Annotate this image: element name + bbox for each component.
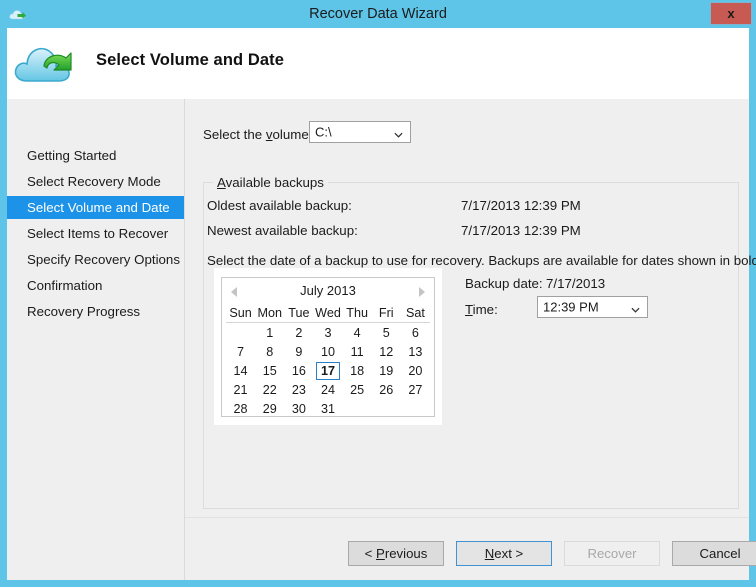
- previous-accelerator: P: [376, 546, 385, 561]
- calendar-day[interactable]: [401, 399, 430, 418]
- close-button[interactable]: x: [710, 2, 752, 25]
- calendar-day[interactable]: 15: [255, 361, 284, 380]
- time-label-accelerator: T: [465, 302, 473, 317]
- wizard-header: Select Volume and Date: [7, 28, 749, 99]
- next-accelerator: N: [484, 546, 495, 561]
- calendar-weekday: Sat: [400, 303, 430, 323]
- previous-button[interactable]: < Previous: [348, 541, 444, 566]
- triangle-right-icon[interactable]: [419, 287, 425, 297]
- window-title: Recover Data Wizard: [309, 6, 447, 22]
- calendar-day[interactable]: 28: [226, 399, 255, 418]
- page-title: Select Volume and Date: [96, 51, 285, 69]
- chevron-down-icon: [394, 128, 403, 138]
- calendar-week-row: 1 2 3 4 5 6: [226, 323, 430, 343]
- calendar-day[interactable]: 27: [401, 380, 430, 399]
- calendar-panel: July 2013 Sun Mon Tue Wed Thu Fri Sat 1 …: [214, 268, 442, 425]
- calendar-day[interactable]: [372, 399, 401, 418]
- time-label: Time:: [465, 302, 498, 317]
- sidebar-item-recovery-progress[interactable]: Recovery Progress: [7, 300, 184, 323]
- calendar-week-row: 21 22 23 24 25 26 27: [226, 380, 430, 399]
- calendar-month-title: July 2013: [300, 283, 356, 298]
- sidebar-item-select-items-to-recover[interactable]: Select Items to Recover: [7, 222, 184, 245]
- calendar-day[interactable]: 13: [401, 342, 430, 361]
- sidebar-item-select-recovery-mode[interactable]: Select Recovery Mode: [7, 170, 184, 193]
- calendar-day[interactable]: 23: [284, 380, 313, 399]
- calendar-day[interactable]: 11: [343, 342, 372, 361]
- time-select-value: 12:39 PM: [543, 299, 599, 315]
- backup-date-label: Backup date:: [465, 276, 543, 291]
- wizard-content-pane: Select the volume: C:\ Available backups…: [185, 99, 756, 516]
- calendar-day[interactable]: 16: [284, 361, 313, 380]
- calendar-weekday: Sun: [226, 303, 256, 323]
- calendar-day[interactable]: 14: [226, 361, 255, 380]
- calendar-day[interactable]: 4: [343, 323, 372, 343]
- volume-label: Select the volume:: [203, 127, 313, 142]
- calendar-day[interactable]: 31: [313, 399, 342, 418]
- calendar-day[interactable]: 7: [226, 342, 255, 361]
- available-backups-accelerator: A: [217, 175, 226, 190]
- next-button[interactable]: Next >: [456, 541, 552, 566]
- calendar-day[interactable]: 6: [401, 323, 430, 343]
- sidebar-item-getting-started[interactable]: Getting Started: [7, 144, 184, 167]
- recover-data-wizard-window: Recover Data Wizard x Select Volume and …: [0, 0, 756, 587]
- calendar-grid: Sun Mon Tue Wed Thu Fri Sat 1 2 3 4 5 6 …: [226, 303, 430, 418]
- wizard-button-bar: < Previous Next > Recover Cancel: [185, 518, 756, 580]
- month-calendar[interactable]: July 2013 Sun Mon Tue Wed Thu Fri Sat 1 …: [221, 277, 435, 417]
- wizard-steps-sidebar: Getting Started Select Recovery Mode Sel…: [7, 99, 185, 580]
- calendar-week-row: 28 29 30 31: [226, 399, 430, 418]
- oldest-backup-label: Oldest available backup:: [207, 198, 352, 213]
- cancel-button[interactable]: Cancel: [672, 541, 756, 566]
- recover-button: Recover: [564, 541, 660, 566]
- time-select[interactable]: 12:39 PM: [537, 296, 648, 318]
- chevron-down-icon: [631, 303, 640, 313]
- calendar-day[interactable]: 3: [313, 323, 342, 343]
- sidebar-item-specify-recovery-options[interactable]: Specify Recovery Options: [7, 248, 184, 271]
- calendar-day[interactable]: 9: [284, 342, 313, 361]
- dialog-client-area: Select Volume and Date Getting Started S…: [7, 28, 756, 580]
- calendar-weekday: Mon: [255, 303, 285, 323]
- calendar-day[interactable]: 26: [372, 380, 401, 399]
- volume-select-value: C:\: [315, 124, 332, 140]
- calendar-day[interactable]: 1: [255, 323, 284, 343]
- calendar-day[interactable]: 21: [226, 380, 255, 399]
- calendar-day[interactable]: 30: [284, 399, 313, 418]
- cloud-recovery-icon: [12, 35, 84, 91]
- calendar-day[interactable]: 19: [372, 361, 401, 380]
- calendar-day[interactable]: 12: [372, 342, 401, 361]
- newest-backup-value: 7/17/2013 12:39 PM: [461, 223, 581, 238]
- calendar-weekday: Tue: [284, 303, 314, 323]
- calendar-day[interactable]: 22: [255, 380, 284, 399]
- calendar-day[interactable]: 2: [284, 323, 313, 343]
- calendar-weekday: Wed: [313, 303, 343, 323]
- calendar-day[interactable]: 5: [372, 323, 401, 343]
- calendar-day[interactable]: 29: [255, 399, 284, 418]
- calendar-day[interactable]: 25: [343, 380, 372, 399]
- sidebar-item-confirmation[interactable]: Confirmation: [7, 274, 184, 297]
- calendar-day[interactable]: [343, 399, 372, 418]
- date-instruction-text: Select the date of a backup to use for r…: [207, 253, 756, 268]
- newest-backup-label: Newest available backup:: [207, 223, 358, 238]
- oldest-backup-value: 7/17/2013 12:39 PM: [461, 198, 581, 213]
- calendar-day[interactable]: 20: [401, 361, 430, 380]
- calendar-day[interactable]: [226, 323, 255, 343]
- backup-date-value: 7/17/2013: [546, 276, 606, 291]
- calendar-week-row: 7 8 9 10 11 12 13: [226, 342, 430, 361]
- available-backups-title: Available backups: [213, 175, 328, 190]
- calendar-day-selected[interactable]: 17: [313, 361, 342, 380]
- volume-label-accelerator: v: [265, 127, 273, 142]
- calendar-weekday-row: Sun Mon Tue Wed Thu Fri Sat: [226, 303, 430, 323]
- calendar-weekday: Thu: [342, 303, 372, 323]
- calendar-day[interactable]: 8: [255, 342, 284, 361]
- calendar-day[interactable]: 24: [313, 380, 342, 399]
- calendar-week-row: 14 15 16 17 18 19 20: [226, 361, 430, 380]
- volume-select[interactable]: C:\: [309, 121, 411, 143]
- sidebar-item-select-volume-and-date[interactable]: Select Volume and Date: [7, 196, 184, 219]
- calendar-weekday: Fri: [371, 303, 401, 323]
- calendar-day[interactable]: 10: [313, 342, 342, 361]
- calendar-day[interactable]: 18: [343, 361, 372, 380]
- title-bar: Recover Data Wizard x: [0, 0, 756, 28]
